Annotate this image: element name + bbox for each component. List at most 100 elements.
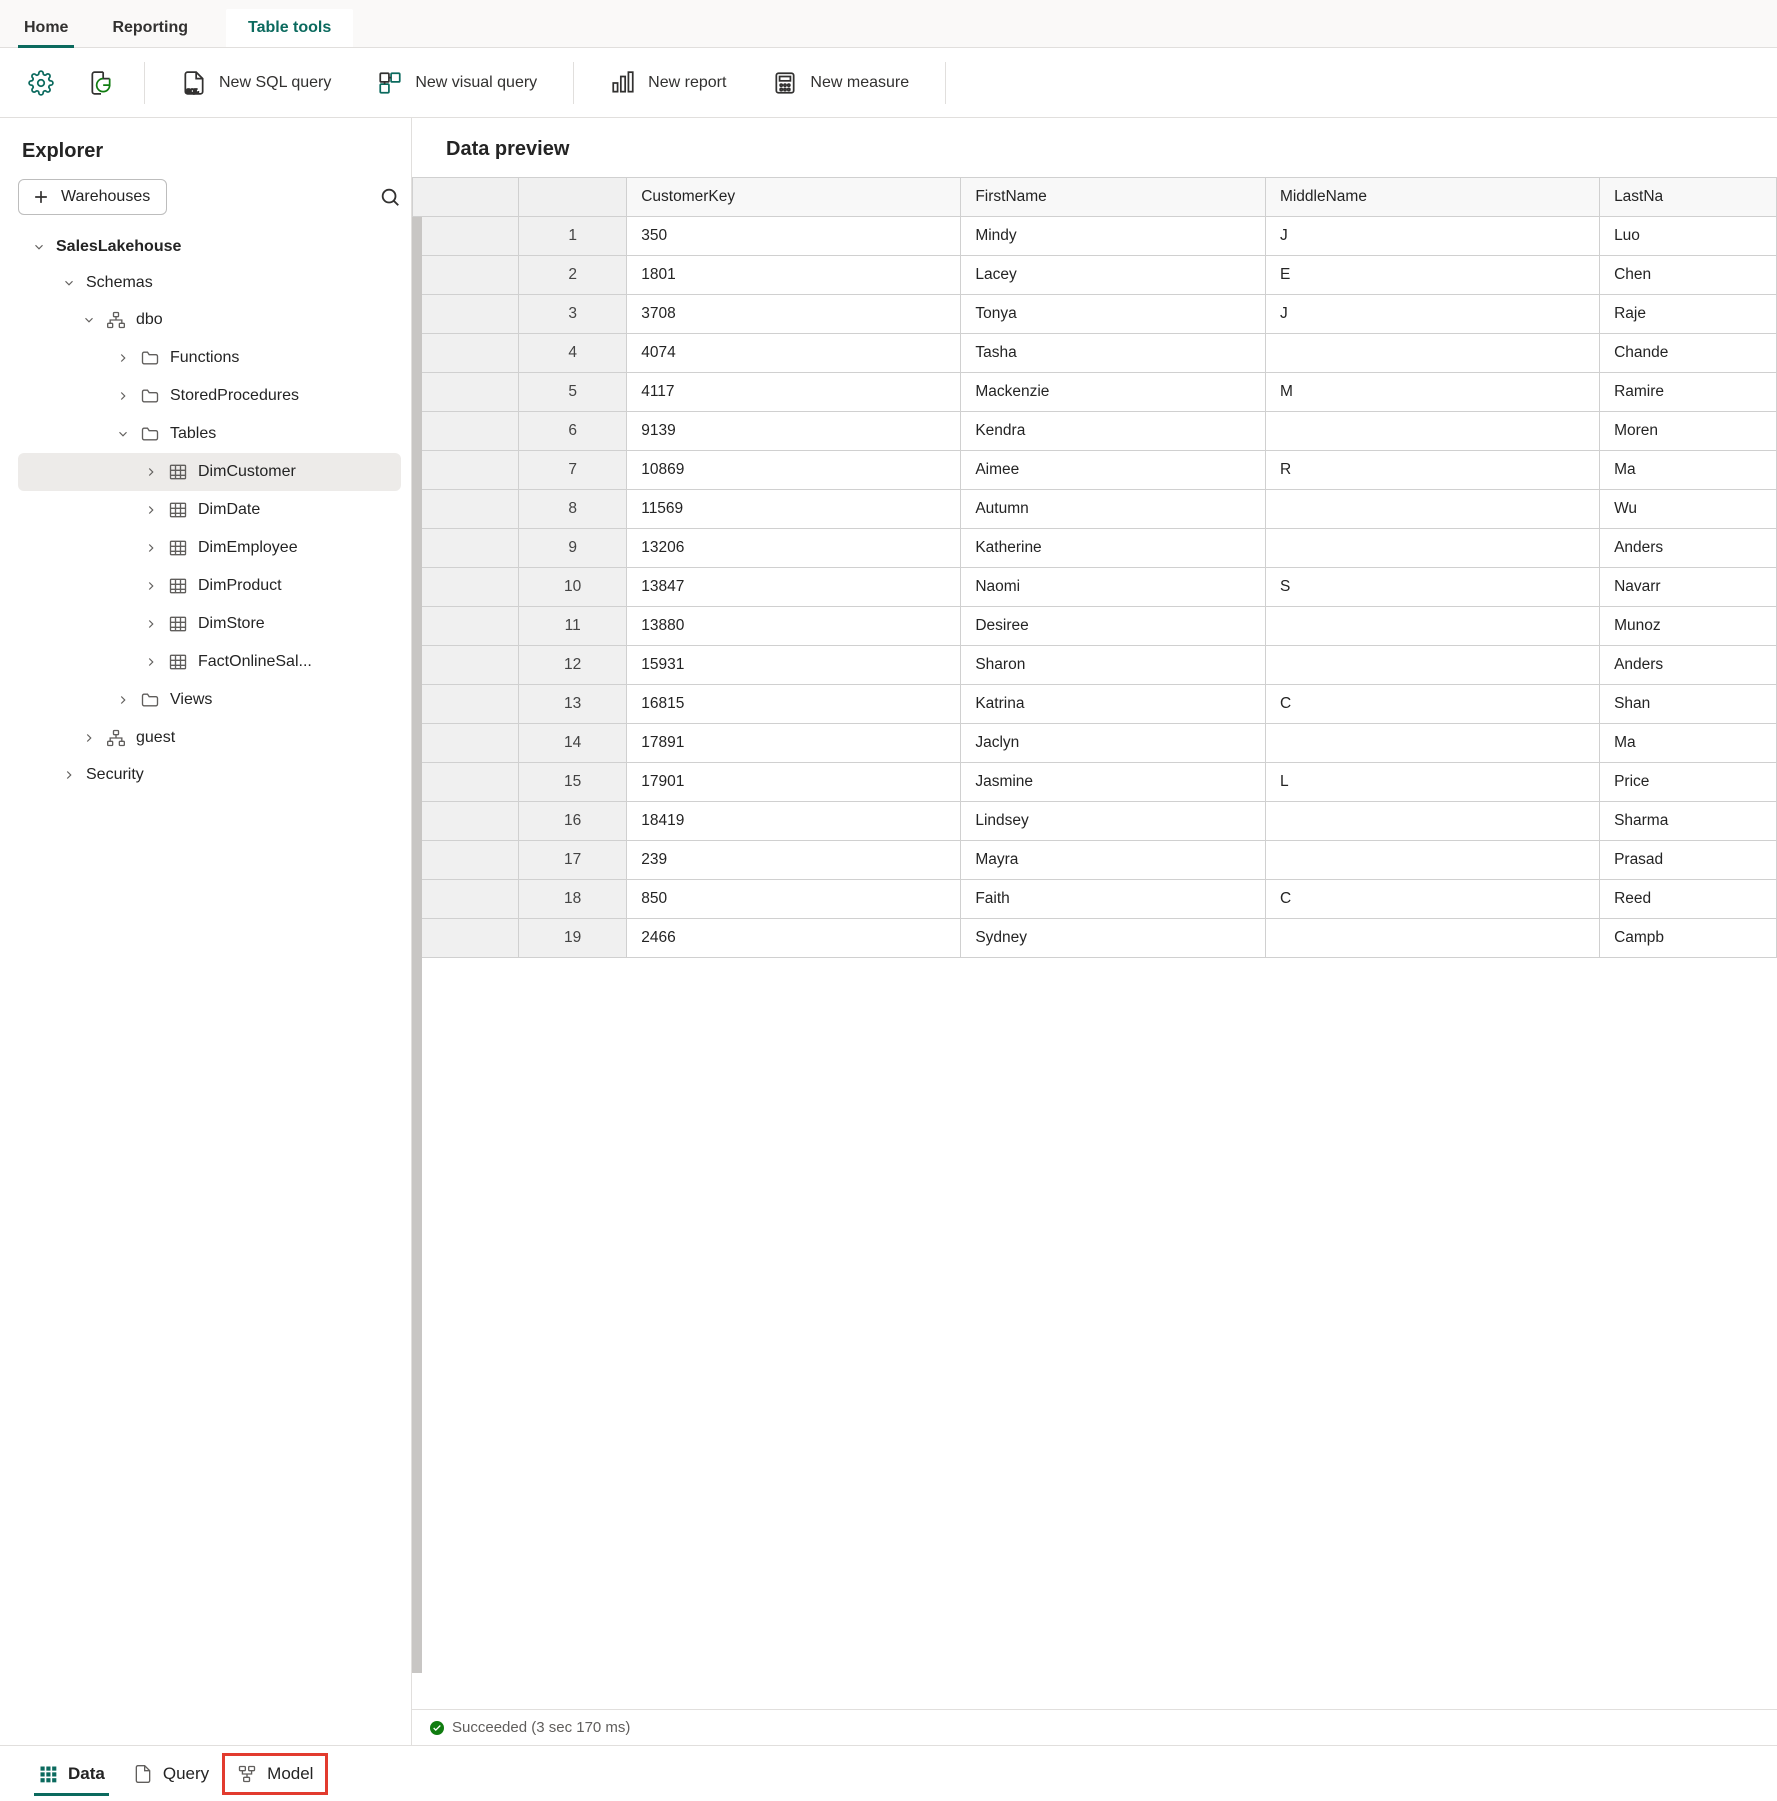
grid-cell[interactable]: Campb — [1600, 919, 1777, 958]
grid-cell[interactable]: Reed — [1600, 880, 1777, 919]
grid-cell[interactable]: Prasad — [1600, 841, 1777, 880]
grid-cell[interactable]: Katherine — [961, 529, 1266, 568]
tab-table-tools[interactable]: Table tools — [226, 9, 353, 47]
grid-cell[interactable]: 3708 — [627, 295, 961, 334]
grid-cell[interactable]: Munoz — [1600, 607, 1777, 646]
grid-cell[interactable]: R — [1265, 451, 1599, 490]
grid-cell[interactable]: Naomi — [961, 568, 1266, 607]
grid-cell[interactable]: S — [1265, 568, 1599, 607]
table-row[interactable]: 1618419LindseySharma — [413, 802, 1777, 841]
grid-cell[interactable]: 13847 — [627, 568, 961, 607]
table-row[interactable]: 1417891JaclynMa — [413, 724, 1777, 763]
table-row[interactable]: 1316815KatrinaCShan — [413, 685, 1777, 724]
grid-cell[interactable]: Jaclyn — [961, 724, 1266, 763]
grid-cell[interactable]: E — [1265, 256, 1599, 295]
tree-node-views[interactable]: Views — [18, 681, 401, 719]
column-header[interactable]: CustomerKey — [627, 178, 961, 217]
view-tab-model[interactable]: Model — [225, 1756, 325, 1792]
new-visual-query-button[interactable]: New visual query — [363, 64, 551, 102]
view-tab-data[interactable]: Data — [26, 1756, 117, 1792]
grid-cell[interactable]: C — [1265, 685, 1599, 724]
tree-node-schemas[interactable]: Schemas — [18, 265, 401, 301]
tree-node-sprocs[interactable]: StoredProcedures — [18, 377, 401, 415]
grid-cell[interactable]: Shan — [1600, 685, 1777, 724]
grid-cell[interactable]: 4117 — [627, 373, 961, 412]
grid-cell[interactable]: 2466 — [627, 919, 961, 958]
grid-cell[interactable] — [1265, 646, 1599, 685]
table-row[interactable]: 69139KendraMoren — [413, 412, 1777, 451]
tree-node-security[interactable]: Security — [18, 757, 401, 793]
grid-cell[interactable]: 10869 — [627, 451, 961, 490]
grid-cell[interactable]: Sydney — [961, 919, 1266, 958]
grid-cell[interactable]: Chen — [1600, 256, 1777, 295]
grid-cell[interactable]: C — [1265, 880, 1599, 919]
grid-cell[interactable]: Lindsey — [961, 802, 1266, 841]
table-row[interactable]: 1113880DesireeMunoz — [413, 607, 1777, 646]
column-header[interactable]: MiddleName — [1265, 178, 1599, 217]
grid-cell[interactable]: Mackenzie — [961, 373, 1266, 412]
grid-cell[interactable]: 15931 — [627, 646, 961, 685]
tree-node-functions[interactable]: Functions — [18, 339, 401, 377]
add-warehouses-button[interactable]: Warehouses — [18, 179, 167, 215]
table-row[interactable]: 18850FaithCReed — [413, 880, 1777, 919]
column-header[interactable]: LastNa — [1600, 178, 1777, 217]
grid-cell[interactable] — [1265, 802, 1599, 841]
tree-node-table[interactable]: DimDate — [18, 491, 401, 529]
grid-cell[interactable]: Autumn — [961, 490, 1266, 529]
grid-cell[interactable]: Ma — [1600, 451, 1777, 490]
grid-cell[interactable] — [1265, 919, 1599, 958]
grid-cell[interactable]: Price — [1600, 763, 1777, 802]
table-row[interactable]: 913206KatherineAnders — [413, 529, 1777, 568]
settings-button[interactable] — [20, 64, 62, 102]
search-button[interactable] — [379, 186, 401, 208]
tree-node-table[interactable]: DimStore — [18, 605, 401, 643]
grid-cell[interactable] — [1265, 334, 1599, 373]
grid-cell[interactable]: Katrina — [961, 685, 1266, 724]
grid-cell[interactable]: Ramire — [1600, 373, 1777, 412]
tab-reporting[interactable]: Reporting — [106, 9, 194, 47]
grid-cell[interactable]: Jasmine — [961, 763, 1266, 802]
new-sql-query-button[interactable]: SQL New SQL query — [167, 64, 345, 102]
grid-cell[interactable]: 16815 — [627, 685, 961, 724]
table-row[interactable]: 811569AutumnWu — [413, 490, 1777, 529]
new-measure-button[interactable]: New measure — [758, 64, 923, 102]
table-row[interactable]: 1215931SharonAnders — [413, 646, 1777, 685]
grid-cell[interactable]: 13206 — [627, 529, 961, 568]
grid-cell[interactable]: Wu — [1600, 490, 1777, 529]
grid-cell[interactable] — [1265, 412, 1599, 451]
grid-cell[interactable]: Kendra — [961, 412, 1266, 451]
grid-cell[interactable]: Ma — [1600, 724, 1777, 763]
grid-cell[interactable]: Mindy — [961, 217, 1266, 256]
tree-node-table[interactable]: FactOnlineSal... — [18, 643, 401, 681]
tab-home[interactable]: Home — [18, 9, 74, 47]
tree-node-tables[interactable]: Tables — [18, 415, 401, 453]
grid-cell[interactable]: 11569 — [627, 490, 961, 529]
grid-cell[interactable] — [1265, 841, 1599, 880]
table-row[interactable]: 1013847NaomiSNavarr — [413, 568, 1777, 607]
grid-cell[interactable]: Lacey — [961, 256, 1266, 295]
tree-node-root[interactable]: SalesLakehouse — [18, 229, 401, 265]
view-tab-query[interactable]: Query — [121, 1756, 221, 1792]
table-row[interactable]: 21801LaceyEChen — [413, 256, 1777, 295]
grid-cell[interactable]: Aimee — [961, 451, 1266, 490]
grid-cell[interactable]: 13880 — [627, 607, 961, 646]
grid-cell[interactable]: Mayra — [961, 841, 1266, 880]
table-row[interactable]: 33708TonyaJRaje — [413, 295, 1777, 334]
grid-cell[interactable]: Chande — [1600, 334, 1777, 373]
grid-cell[interactable]: Faith — [961, 880, 1266, 919]
tree-node-table[interactable]: DimCustomer — [18, 453, 401, 491]
grid-cell[interactable]: 17901 — [627, 763, 961, 802]
grid-cell[interactable]: 4074 — [627, 334, 961, 373]
table-row[interactable]: 44074TashaChande — [413, 334, 1777, 373]
refresh-button[interactable] — [80, 64, 122, 102]
grid-cell[interactable]: Moren — [1600, 412, 1777, 451]
explorer-tree[interactable]: SalesLakehouse Schemas dbo Functions Sto… — [18, 229, 401, 1745]
grid-cell[interactable]: 1801 — [627, 256, 961, 295]
grid-cell[interactable]: Sharon — [961, 646, 1266, 685]
grid-cell[interactable]: Navarr — [1600, 568, 1777, 607]
grid-cell[interactable] — [1265, 724, 1599, 763]
grid-cell[interactable]: L — [1265, 763, 1599, 802]
column-header[interactable]: FirstName — [961, 178, 1266, 217]
table-row[interactable]: 54117MackenzieMRamire — [413, 373, 1777, 412]
table-row[interactable]: 710869AimeeRMa — [413, 451, 1777, 490]
